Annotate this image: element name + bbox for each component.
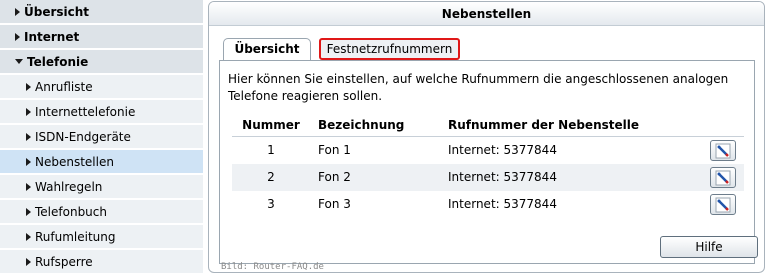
- nav-anrufliste[interactable]: Anrufliste: [0, 75, 203, 99]
- sidebar-nav: Übersicht Internet Telefonie Anrufliste …: [0, 0, 203, 275]
- arrow-right-icon: [26, 107, 31, 116]
- arrow-right-icon: [26, 232, 31, 241]
- table-header-row: Nummer Bezeichnung Rufnummer der Nebenst…: [232, 113, 744, 137]
- panel-title: Nebenstellen: [209, 2, 764, 26]
- nebenstellen-table: Nummer Bezeichnung Rufnummer der Nebenst…: [232, 113, 744, 218]
- nav-isdn-endgeraete[interactable]: ISDN-Endgeräte: [0, 125, 203, 149]
- cell-bezeichnung: Fon 3: [318, 197, 351, 211]
- nav-label: Rufsperre: [35, 254, 93, 269]
- nav-nebenstellen[interactable]: Nebenstellen: [0, 150, 203, 174]
- edit-button[interactable]: [710, 167, 736, 188]
- arrow-right-icon: [26, 182, 31, 191]
- arrow-right-icon: [26, 82, 31, 91]
- cell-nummer: 3: [267, 197, 275, 211]
- nav-telefonie[interactable]: Telefonie: [0, 50, 203, 74]
- nav-label: Wahlregeln: [35, 179, 103, 194]
- tab-content: Hier können Sie einstellen, auf welche R…: [219, 60, 758, 264]
- cell-nummer: 1: [267, 143, 275, 157]
- cell-rufnummer: Internet: 5377844: [448, 170, 557, 184]
- edit-button[interactable]: [710, 194, 736, 215]
- nav-internettelefonie[interactable]: Internettelefonie: [0, 100, 203, 124]
- image-credit: Bild: Router-FAQ.de: [221, 262, 324, 272]
- arrow-right-icon: [26, 132, 31, 141]
- nav-label: Internettelefonie: [35, 104, 136, 119]
- nav-label: Internet: [24, 29, 80, 44]
- arrow-down-icon: [15, 59, 23, 64]
- nav-label: Rufumleitung: [35, 229, 116, 244]
- header-bezeichnung: Bezeichnung: [318, 118, 405, 132]
- nav-label: Nebenstellen: [35, 154, 114, 169]
- nav-wahlregeln[interactable]: Wahlregeln: [0, 175, 203, 199]
- table-row: 2 Fon 2 Internet: 5377844: [232, 164, 744, 191]
- tab-festnetzrufnummern[interactable]: Festnetzrufnummern: [319, 38, 460, 60]
- arrow-right-icon: [15, 7, 20, 16]
- header-nummer: Nummer: [242, 118, 300, 132]
- arrow-right-icon: [26, 257, 31, 266]
- header-rufnummer: Rufnummer der Nebenstelle: [448, 118, 639, 132]
- edit-button[interactable]: [710, 140, 736, 161]
- nav-telefonbuch[interactable]: Telefonbuch: [0, 200, 203, 224]
- cell-rufnummer: Internet: 5377844: [448, 143, 557, 157]
- tab-uebersicht[interactable]: Übersicht: [223, 38, 311, 61]
- nav-label: Telefonie: [27, 54, 89, 69]
- nav-uebersicht[interactable]: Übersicht: [0, 0, 203, 24]
- arrow-right-icon: [26, 207, 31, 216]
- nav-rufumleitung[interactable]: Rufumleitung: [0, 225, 203, 249]
- arrow-right-icon: [15, 32, 20, 41]
- edit-pencil-icon: [715, 170, 731, 185]
- cell-rufnummer: Internet: 5377844: [448, 197, 557, 211]
- table-row: 3 Fon 3 Internet: 5377844: [232, 191, 744, 218]
- nav-label: Übersicht: [24, 4, 90, 19]
- nav-label: Anrufliste: [35, 79, 93, 94]
- edit-pencil-icon: [715, 197, 731, 212]
- cell-nummer: 2: [267, 170, 275, 184]
- nav-rufsperre[interactable]: Rufsperre: [0, 250, 203, 274]
- intro-text: Hier können Sie einstellen, auf welche R…: [228, 72, 729, 103]
- nav-label: Telefonbuch: [35, 204, 107, 219]
- edit-pencil-icon: [715, 143, 731, 158]
- cell-bezeichnung: Fon 1: [318, 143, 351, 157]
- help-button[interactable]: Hilfe: [660, 236, 758, 258]
- nav-internet[interactable]: Internet: [0, 25, 203, 49]
- cell-bezeichnung: Fon 2: [318, 170, 351, 184]
- nav-label: ISDN-Endgeräte: [35, 129, 131, 144]
- main-panel: Nebenstellen Übersicht Festnetzrufnummer…: [208, 1, 765, 273]
- table-row: 1 Fon 1 Internet: 5377844: [232, 137, 744, 164]
- arrow-right-icon: [26, 157, 31, 166]
